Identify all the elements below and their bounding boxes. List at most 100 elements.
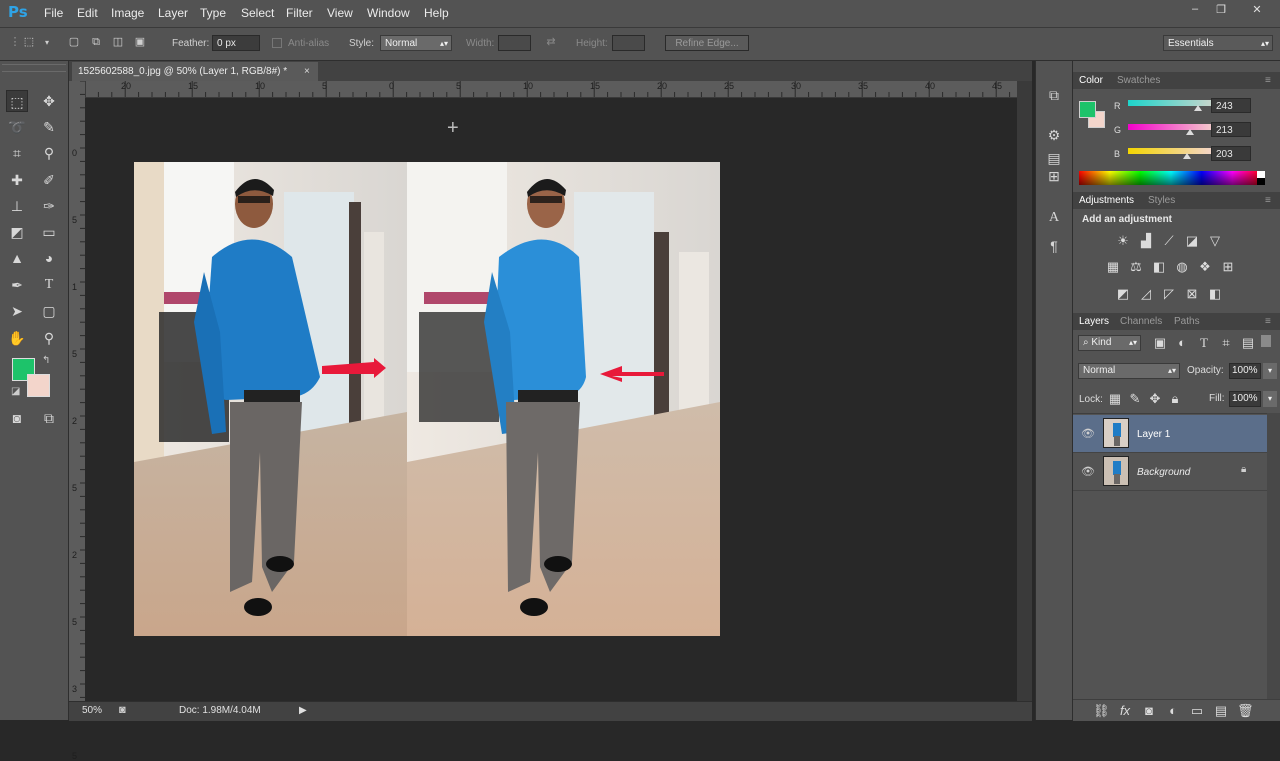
- character-icon[interactable]: A: [1044, 208, 1064, 228]
- lock-position-icon[interactable]: ✥: [1147, 391, 1163, 407]
- height-input[interactable]: [612, 35, 645, 51]
- black-swatch[interactable]: [1257, 178, 1265, 185]
- channel-value-input[interactable]: 203: [1211, 146, 1251, 161]
- antialias-checkbox[interactable]: [272, 38, 282, 48]
- subtract-selection-icon[interactable]: ◫: [111, 36, 125, 49]
- gradient-fill-icon[interactable]: ◧: [1207, 286, 1223, 302]
- tab-layers[interactable]: Layers: [1079, 316, 1109, 327]
- eraser-tool-icon[interactable]: ◩: [6, 221, 28, 243]
- menu-type[interactable]: Type: [200, 6, 226, 20]
- tab-adjustments[interactable]: Adjustments: [1079, 195, 1134, 206]
- menu-filter[interactable]: Filter: [286, 6, 313, 20]
- clone-source-icon[interactable]: ▤: [1044, 148, 1064, 168]
- opacity-input[interactable]: 100%: [1229, 363, 1261, 379]
- toolbox-grip[interactable]: [2, 64, 66, 72]
- swap-colors-icon[interactable]: ↰: [42, 355, 50, 366]
- layer-name[interactable]: Background: [1137, 467, 1190, 478]
- clone-stamp-tool-icon[interactable]: ⊥: [6, 195, 28, 217]
- hand-tool-icon[interactable]: ✋: [6, 327, 28, 349]
- tab-styles[interactable]: Styles: [1148, 195, 1175, 206]
- blend-mode-select[interactable]: Normal ▴▾: [1078, 363, 1180, 379]
- channel-mixer-icon[interactable]: ❖: [1197, 259, 1213, 275]
- background-color-swatch[interactable]: [27, 374, 50, 397]
- brightness-icon[interactable]: ☀: [1115, 233, 1131, 249]
- white-swatch[interactable]: [1257, 171, 1265, 178]
- feather-input[interactable]: 0 px: [212, 35, 260, 51]
- menu-edit[interactable]: Edit: [77, 6, 98, 20]
- zoom-level[interactable]: 50%: [82, 705, 102, 716]
- layers-scrollbar[interactable]: [1267, 413, 1280, 713]
- layer-mask-icon[interactable]: ◙: [1141, 703, 1157, 719]
- delete-layer-icon[interactable]: 🗑︎: [1237, 703, 1254, 719]
- chevron-down-icon[interactable]: ▾: [40, 36, 54, 49]
- channel-value-input[interactable]: 213: [1211, 122, 1251, 137]
- intersect-selection-icon[interactable]: ▣: [133, 36, 147, 49]
- color-panel-foreground[interactable]: [1079, 101, 1096, 118]
- channel-slider-thumb[interactable]: [1186, 129, 1195, 135]
- document-image[interactable]: [134, 162, 720, 636]
- lock-transparent-icon[interactable]: ▦: [1107, 391, 1123, 407]
- layer-name[interactable]: Layer 1: [1137, 429, 1170, 440]
- rectangular-marquee-tool-icon[interactable]: ⬚: [6, 90, 28, 112]
- photo-filter-icon[interactable]: ◍: [1174, 259, 1190, 275]
- zoom-tool-icon[interactable]: ⚲: [38, 327, 60, 349]
- color-lookup-icon[interactable]: ⊞: [1220, 259, 1236, 275]
- tab-paths[interactable]: Paths: [1174, 316, 1200, 327]
- threshold-icon[interactable]: ◸: [1161, 286, 1177, 302]
- history-icon[interactable]: ⧉: [1044, 85, 1064, 105]
- tab-swatches[interactable]: Swatches: [1117, 75, 1160, 86]
- pen-tool-icon[interactable]: ✒: [6, 274, 28, 296]
- black-white-icon[interactable]: ◧: [1151, 259, 1167, 275]
- width-input[interactable]: [498, 35, 531, 51]
- link-layers-icon[interactable]: ⛓︎: [1093, 703, 1110, 719]
- gradient-map-icon[interactable]: ▽: [1207, 233, 1223, 249]
- fill-input[interactable]: 100%: [1229, 391, 1261, 407]
- restore-button[interactable]: ❐: [1212, 3, 1230, 17]
- menu-window[interactable]: Window: [367, 6, 410, 20]
- gradient-tool-icon[interactable]: ▭: [38, 221, 60, 243]
- type-tool-icon[interactable]: T: [38, 274, 60, 296]
- eyedropper-tool-icon[interactable]: ⚲: [38, 142, 60, 164]
- curves-icon[interactable]: ⟋: [1161, 233, 1177, 249]
- quick-selection-tool-icon[interactable]: ✎: [38, 116, 60, 138]
- tab-close-icon[interactable]: ×: [304, 62, 310, 81]
- lock-all-icon[interactable]: 🔒︎: [1167, 391, 1183, 407]
- levels-icon[interactable]: ▟: [1138, 233, 1154, 249]
- tab-color[interactable]: Color: [1079, 75, 1103, 86]
- channel-slider-thumb[interactable]: [1183, 153, 1192, 159]
- rectangle-tool-icon[interactable]: ▢: [38, 300, 60, 322]
- brush-tool-icon[interactable]: ✐: [38, 169, 60, 191]
- default-colors-icon[interactable]: ◪: [11, 386, 20, 397]
- menu-help[interactable]: Help: [424, 6, 449, 20]
- path-selection-tool-icon[interactable]: ➤: [6, 300, 28, 322]
- filter-pixel-icon[interactable]: ▣: [1152, 335, 1168, 351]
- menu-layer[interactable]: Layer: [158, 6, 188, 20]
- filter-shape-icon[interactable]: ⌗: [1218, 335, 1234, 351]
- filter-adjustment-icon[interactable]: ◐: [1174, 335, 1190, 351]
- layer-row[interactable]: 👁︎ Background 🔒︎: [1073, 453, 1267, 491]
- add-selection-icon[interactable]: ⧉: [89, 36, 103, 49]
- color-spectrum[interactable]: [1079, 171, 1263, 185]
- new-selection-icon[interactable]: ▢: [67, 36, 81, 49]
- screen-mode-icon[interactable]: ⧉: [38, 407, 60, 429]
- document-tab[interactable]: 1525602588_0.jpg @ 50% (Layer 1, RGB/8#)…: [72, 62, 318, 81]
- posterize-icon[interactable]: ◿: [1138, 286, 1154, 302]
- minimize-button[interactable]: –: [1186, 3, 1204, 17]
- panel-menu-icon[interactable]: ≡: [1265, 75, 1271, 86]
- move-tool-icon[interactable]: ✥: [38, 90, 60, 112]
- tool-presets-icon[interactable]: ⊞: [1044, 166, 1064, 186]
- menu-image[interactable]: Image: [111, 6, 144, 20]
- crop-tool-icon[interactable]: ⌗: [6, 142, 28, 164]
- new-group-icon[interactable]: ▭: [1189, 703, 1205, 719]
- adjustment-layer-icon[interactable]: ◐: [1165, 703, 1181, 719]
- style-select[interactable]: Normal ▴▾: [380, 35, 452, 51]
- eye-icon[interactable]: 👁︎: [1081, 465, 1095, 478]
- menu-select[interactable]: Select: [241, 6, 274, 20]
- dodge-tool-icon[interactable]: ◕: [38, 247, 60, 269]
- layer-style-icon[interactable]: fx: [1117, 703, 1133, 719]
- channel-slider-thumb[interactable]: [1194, 105, 1203, 111]
- lock-image-icon[interactable]: ✎: [1127, 391, 1143, 407]
- panel-menu-icon[interactable]: ≡: [1265, 195, 1271, 206]
- panel-menu-icon[interactable]: ≡: [1265, 316, 1271, 327]
- new-layer-icon[interactable]: ▤: [1213, 703, 1229, 719]
